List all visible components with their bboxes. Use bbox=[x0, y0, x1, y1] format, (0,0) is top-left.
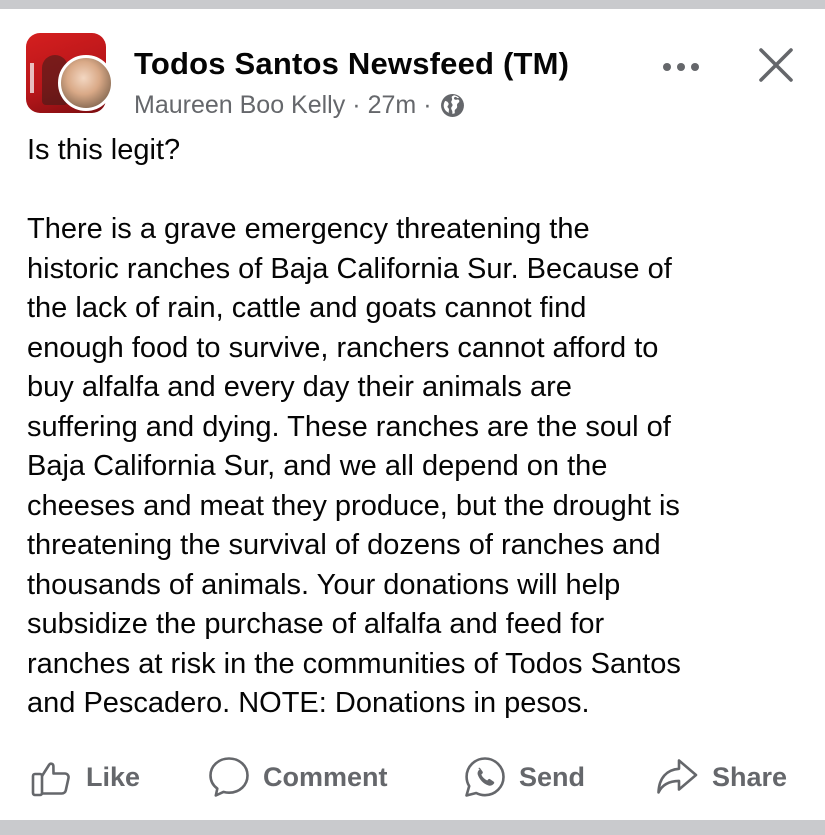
group-name[interactable]: Todos Santos Newsfeed (TM) bbox=[134, 46, 569, 82]
close-icon bbox=[759, 48, 793, 82]
send-label: Send bbox=[519, 761, 586, 792]
comment-icon bbox=[209, 757, 249, 797]
post-line: suffering and dying. These ranches are t… bbox=[27, 410, 671, 443]
post-blank-line bbox=[27, 171, 807, 211]
share-button[interactable]: Share bbox=[654, 755, 787, 799]
meta-separator: · bbox=[423, 91, 432, 119]
comment-button[interactable]: Comment bbox=[207, 755, 388, 799]
author-name[interactable]: Maureen Boo Kelly bbox=[134, 91, 345, 120]
more-horizontal-icon bbox=[663, 63, 699, 71]
post-line: the lack of rain, cattle and goats canno… bbox=[27, 292, 587, 324]
post-line: ranches at risk in the communities of To… bbox=[27, 647, 681, 680]
globe-icon bbox=[440, 93, 465, 118]
post-line: enough food to survive, ranchers cannot … bbox=[27, 331, 659, 364]
post-line: historic ranches of Baja California Sur.… bbox=[27, 252, 672, 285]
post-meta: Maureen Boo Kelly · 27m · bbox=[134, 91, 465, 120]
meta-separator: · bbox=[352, 91, 361, 119]
post-line: Is this legit? bbox=[27, 134, 181, 166]
post-line: buy alfalfa and every day their animals … bbox=[27, 371, 572, 403]
author-avatar[interactable] bbox=[58, 55, 114, 111]
share-arrow-icon bbox=[657, 759, 698, 794]
post-card: Todos Santos Newsfeed (TM) Maureen Boo K… bbox=[0, 9, 825, 820]
more-options-button[interactable] bbox=[656, 47, 706, 87]
whatsapp-icon bbox=[465, 757, 505, 797]
thumbs-up-icon bbox=[31, 762, 70, 797]
post-line: There is a grave emergency threatening t… bbox=[27, 213, 590, 245]
like-label: Like bbox=[86, 761, 141, 792]
post-line: subsidize the purchase of alfalfa and fe… bbox=[27, 608, 605, 640]
post-line: threatening the survival of dozens of ra… bbox=[27, 529, 661, 561]
share-label: Share bbox=[712, 761, 788, 792]
post-line: Baja California Sur, and we all depend o… bbox=[27, 450, 608, 482]
post-line: and Pescadero. NOTE: Donations in pesos. bbox=[27, 687, 590, 719]
send-button[interactable]: Send bbox=[463, 755, 585, 799]
group-avatar-decoration bbox=[30, 63, 34, 93]
comment-label: Comment bbox=[263, 761, 388, 792]
post-line: thousands of animals. Your donations wil… bbox=[27, 568, 621, 601]
post-text: Is this legit? There is a grave emergenc… bbox=[27, 131, 807, 724]
like-button[interactable]: Like bbox=[30, 755, 140, 799]
post-line: cheeses and meat they produce, but the d… bbox=[27, 489, 680, 522]
post-time[interactable]: 27m bbox=[368, 91, 417, 120]
close-button[interactable] bbox=[753, 42, 799, 88]
